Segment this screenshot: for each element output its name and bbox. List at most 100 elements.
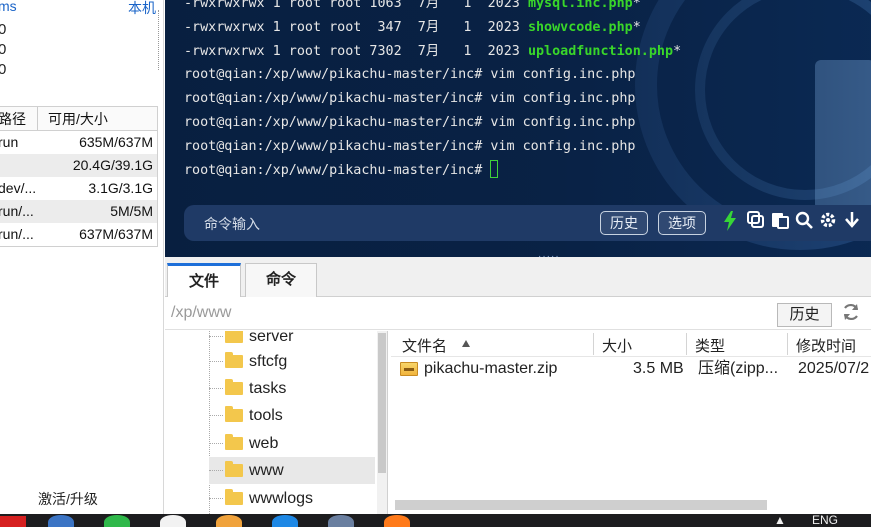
panel-tabs: 文件 命令 bbox=[165, 257, 871, 297]
file-name-highlight: showvcode.php bbox=[527, 19, 633, 35]
disk-table-header: 路径 可用/大小 bbox=[0, 107, 157, 131]
copy-icon[interactable] bbox=[746, 211, 766, 233]
tree-connector bbox=[209, 361, 223, 362]
tree-item-label: web bbox=[249, 435, 279, 452]
firefox-icon[interactable] bbox=[384, 515, 410, 527]
sidebar-top-tabs: ms 本机 bbox=[0, 0, 160, 16]
disk-size: 637M/637M bbox=[79, 226, 153, 242]
app-icon[interactable] bbox=[328, 515, 354, 527]
command-input-bar: 命令输入 历史 选项 bbox=[184, 205, 871, 241]
folder-icon bbox=[225, 434, 243, 450]
sidebar-top-left-label[interactable]: ms bbox=[0, 0, 17, 14]
app-icon[interactable] bbox=[216, 515, 242, 527]
folder-icon bbox=[225, 379, 243, 395]
taskbar-app-icon[interactable] bbox=[0, 516, 26, 527]
column-separator[interactable] bbox=[593, 333, 594, 355]
column-header-path[interactable]: 路径 bbox=[0, 107, 38, 130]
tree-connector bbox=[209, 498, 223, 499]
column-separator[interactable] bbox=[787, 333, 788, 355]
path-input[interactable]: /xp/www bbox=[171, 304, 231, 322]
options-button[interactable]: 选项 bbox=[658, 211, 706, 235]
tree-item[interactable]: tools bbox=[209, 402, 387, 429]
terminal-cursor bbox=[490, 159, 499, 178]
tree-item[interactable]: tasks bbox=[209, 375, 387, 402]
tree-connector bbox=[209, 443, 223, 444]
terminal-command-line: root@qian:/xp/www/pikachu-master/inc# vi… bbox=[184, 114, 636, 130]
column-header-size[interactable]: 可用/大小 bbox=[38, 107, 157, 130]
language-indicator[interactable]: ENG bbox=[812, 514, 838, 527]
tree-item-label: sftcfg bbox=[249, 353, 288, 370]
terminal-prompt-line: root@qian:/xp/www/pikachu-master/inc# bbox=[184, 159, 681, 183]
gear-icon[interactable] bbox=[818, 211, 838, 233]
tree-scrollbar[interactable] bbox=[377, 331, 387, 514]
tab-files[interactable]: 文件 bbox=[167, 263, 241, 297]
line-prefix: -rwxrwxrwx 1 root root 347 7月 1 2023 bbox=[184, 19, 528, 35]
column-header-modified[interactable]: 修改时间 bbox=[796, 335, 856, 356]
taskbar: ▲ ENG bbox=[0, 514, 871, 527]
terminal-command-line: root@qian:/xp/www/pikachu-master/inc# vi… bbox=[184, 67, 636, 83]
disk-row[interactable]: run/... 5M/5M bbox=[0, 200, 157, 223]
terminal-output[interactable]: -rwxrwxrwx 1 root root 1063 7月 1 2023 my… bbox=[184, 0, 681, 182]
folder-icon bbox=[225, 406, 243, 422]
line-suffix: * bbox=[673, 43, 682, 59]
path-history-button[interactable]: 历史 bbox=[777, 303, 832, 327]
qq-icon[interactable] bbox=[160, 515, 186, 527]
chevron-up-icon[interactable]: ▲ bbox=[774, 514, 786, 527]
column-header-type[interactable]: 类型 bbox=[695, 335, 725, 356]
paste-icon[interactable] bbox=[770, 211, 790, 233]
activate-upgrade-link[interactable]: 激活/升级 bbox=[38, 489, 98, 509]
file-name-highlight: uploadfunction.php bbox=[527, 43, 674, 59]
file-name: pikachu-master.zip bbox=[424, 360, 558, 377]
tree-item-label: tools bbox=[249, 407, 283, 424]
disk-path: run bbox=[0, 134, 19, 150]
lightning-icon[interactable] bbox=[720, 211, 740, 233]
file-list-header: 文件名 大小 类型 修改时间 bbox=[391, 331, 871, 357]
path-bar: /xp/www 历史 bbox=[165, 298, 871, 330]
tree-connector bbox=[209, 388, 223, 389]
disk-path: dev/... bbox=[0, 180, 37, 196]
terminal-command-line: root@qian:/xp/www/pikachu-master/inc# vi… bbox=[184, 91, 636, 107]
file-name-highlight: mysql.inc.php bbox=[527, 0, 633, 11]
tab-commands[interactable]: 命令 bbox=[245, 263, 317, 297]
app-icon[interactable] bbox=[272, 515, 298, 527]
disk-table: 路径 可用/大小 run 635M/637M 20.4G/39.1G dev/.… bbox=[0, 106, 158, 247]
tree-item-selected[interactable]: www bbox=[209, 457, 375, 484]
scrollbar-thumb[interactable] bbox=[378, 333, 386, 473]
terminal-command-line: root@qian:/xp/www/pikachu-master/inc# vi… bbox=[184, 138, 636, 154]
refresh-icon[interactable] bbox=[841, 302, 861, 328]
steam-icon[interactable] bbox=[48, 515, 74, 527]
disk-row[interactable]: dev/... 3.1G/3.1G bbox=[0, 177, 157, 200]
command-input[interactable]: 命令输入 bbox=[204, 214, 260, 234]
column-header-name[interactable]: 文件名 bbox=[402, 335, 447, 356]
terminal-panel[interactable]: -rwxrwxrwx 1 root root 1063 7月 1 2023 my… bbox=[165, 0, 871, 257]
disk-size: 3.1G/3.1G bbox=[88, 180, 153, 196]
disk-row[interactable]: 20.4G/39.1G bbox=[0, 154, 157, 177]
search-icon[interactable] bbox=[794, 211, 814, 233]
column-header-size[interactable]: 大小 bbox=[602, 335, 632, 356]
terminal-line: -rwxrwxrwx 1 root root 347 7月 1 2023 sho… bbox=[184, 16, 681, 40]
folder-icon bbox=[225, 461, 243, 477]
file-list-scrollbar[interactable] bbox=[395, 500, 767, 510]
tree-item-label: tasks bbox=[249, 380, 287, 397]
history-button[interactable]: 历史 bbox=[600, 211, 648, 235]
file-row[interactable]: pikachu-master.zip 3.5 MB 压缩(zipp... 202… bbox=[391, 357, 871, 381]
file-modified: 2025/07/2 bbox=[798, 360, 870, 377]
download-icon[interactable] bbox=[842, 211, 862, 233]
wechat-icon[interactable] bbox=[104, 515, 130, 527]
tree-item[interactable]: web bbox=[209, 430, 387, 457]
disk-row[interactable]: run 635M/637M bbox=[0, 131, 157, 154]
zip-file-icon bbox=[400, 362, 418, 376]
disk-size-total: 39.1G bbox=[114, 157, 153, 173]
terminal-line: -rwxrwxrwx 1 root root 7302 7月 1 2023 up… bbox=[184, 40, 681, 64]
file-size: 3.5 MB bbox=[633, 360, 684, 377]
column-separator[interactable] bbox=[686, 333, 687, 355]
tree-item[interactable]: wwwlogs bbox=[209, 485, 387, 512]
sidebar-top-right-label[interactable]: 本机 bbox=[128, 0, 156, 18]
disk-row[interactable]: run/... 637M/637M bbox=[0, 223, 157, 246]
folder-tree: server sftcfg tasks tools web www wwwlog… bbox=[165, 331, 388, 514]
folder-icon bbox=[225, 352, 243, 368]
line-suffix: * bbox=[632, 19, 641, 35]
tree-item-label: wwwlogs bbox=[249, 490, 314, 507]
tree-item[interactable]: sftcfg bbox=[209, 348, 387, 375]
stat-value: 0 bbox=[0, 41, 7, 58]
